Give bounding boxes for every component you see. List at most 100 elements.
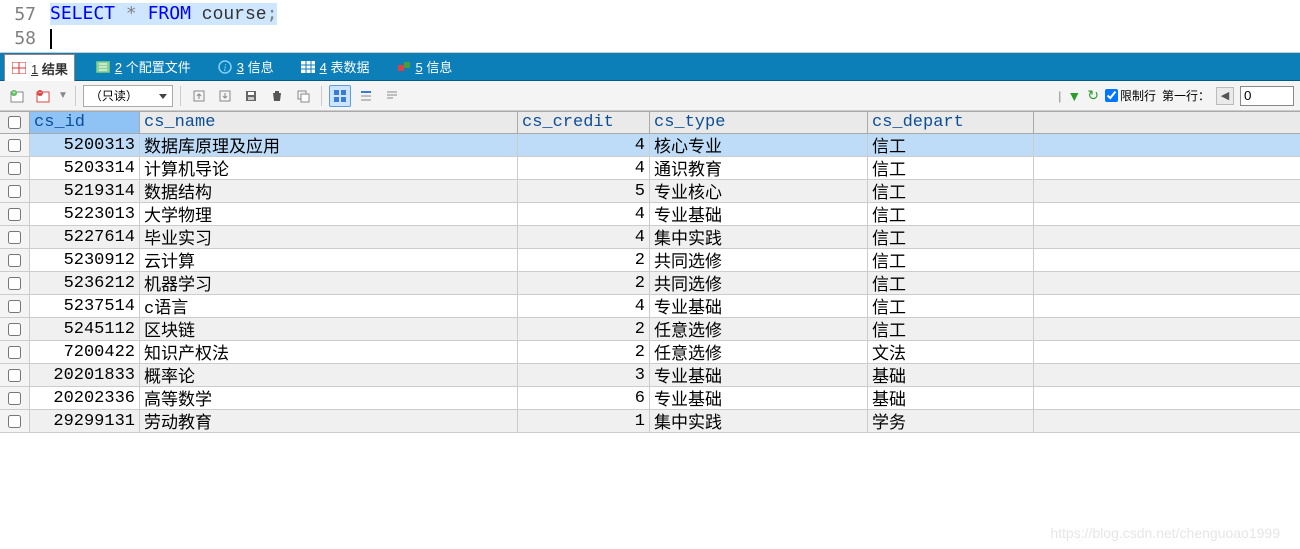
cell-cs-type[interactable]: 任意选修 <box>650 341 868 363</box>
table-row[interactable]: 5200313数据库原理及应用4核心专业信工 <box>0 134 1300 157</box>
col-header-cs-id[interactable]: cs_id <box>30 112 140 133</box>
cell-cs-type[interactable]: 专业核心 <box>650 180 868 202</box>
prev-page-button[interactable]: ◀ <box>1216 87 1234 105</box>
cell-cs-id[interactable]: 5200313 <box>30 134 140 156</box>
cell-cs-credit[interactable]: 2 <box>518 272 650 294</box>
first-row-input[interactable] <box>1240 86 1294 106</box>
cell-cs-id[interactable]: 5203314 <box>30 157 140 179</box>
cell-cs-depart[interactable]: 信工 <box>868 318 1034 340</box>
table-row[interactable]: 20202336高等数学6专业基础基础 <box>0 387 1300 410</box>
delete-row-button[interactable]: − <box>32 85 54 107</box>
table-row[interactable]: 5227614毕业实习4集中实践信工 <box>0 226 1300 249</box>
cell-cs-depart[interactable]: 信工 <box>868 134 1034 156</box>
save-button[interactable] <box>240 85 262 107</box>
cell-cs-id[interactable]: 5237514 <box>30 295 140 317</box>
dropdown-icon[interactable]: ▼ <box>58 90 68 101</box>
cell-cs-name[interactable]: 计算机导论 <box>140 157 518 179</box>
cell-cs-id[interactable]: 5219314 <box>30 180 140 202</box>
cell-cs-credit[interactable]: 5 <box>518 180 650 202</box>
limit-rows-checkbox[interactable]: 限制行 <box>1105 87 1156 104</box>
row-checkbox[interactable] <box>0 341 30 363</box>
table-row[interactable]: 7200422知识产权法2任意选修文法 <box>0 341 1300 364</box>
row-checkbox[interactable] <box>0 318 30 340</box>
table-row[interactable]: 5245112区块链2任意选修信工 <box>0 318 1300 341</box>
cell-cs-name[interactable]: 数据库原理及应用 <box>140 134 518 156</box>
cell-cs-credit[interactable]: 4 <box>518 226 650 248</box>
row-checkbox[interactable] <box>0 364 30 386</box>
cell-cs-id[interactable]: 29299131 <box>30 410 140 432</box>
tab-profile[interactable]: 2 个配置文件 <box>89 53 197 80</box>
cell-cs-credit[interactable]: 4 <box>518 134 650 156</box>
table-row[interactable]: 29299131劳动教育1集中实践学务 <box>0 410 1300 433</box>
cell-cs-type[interactable]: 专业基础 <box>650 387 868 409</box>
cell-cs-credit[interactable]: 2 <box>518 318 650 340</box>
cell-cs-type[interactable]: 通识教育 <box>650 157 868 179</box>
cell-cs-name[interactable]: 区块链 <box>140 318 518 340</box>
row-checkbox[interactable] <box>0 157 30 179</box>
cell-cs-id[interactable]: 5236212 <box>30 272 140 294</box>
cell-cs-name[interactable]: 大学物理 <box>140 203 518 225</box>
cell-cs-credit[interactable]: 4 <box>518 203 650 225</box>
cell-cs-credit[interactable]: 4 <box>518 295 650 317</box>
table-row[interactable]: 5203314计算机导论4通识教育信工 <box>0 157 1300 180</box>
cell-cs-credit[interactable]: 1 <box>518 410 650 432</box>
cell-cs-depart[interactable]: 信工 <box>868 249 1034 271</box>
readonly-select[interactable]: （只读） <box>83 85 173 107</box>
cell-cs-depart[interactable]: 信工 <box>868 157 1034 179</box>
add-row-button[interactable]: + <box>6 85 28 107</box>
cell-cs-depart[interactable]: 基础 <box>868 364 1034 386</box>
row-checkbox[interactable] <box>0 249 30 271</box>
sql-line[interactable]: SELECT * FROM course; <box>50 3 277 25</box>
cell-cs-id[interactable]: 20201833 <box>30 364 140 386</box>
cell-cs-name[interactable]: 劳动教育 <box>140 410 518 432</box>
tab-info[interactable]: i 3 信息 <box>211 53 280 80</box>
table-row[interactable]: 5223013大学物理4专业基础信工 <box>0 203 1300 226</box>
cell-cs-type[interactable]: 任意选修 <box>650 318 868 340</box>
tab-result[interactable]: 1 结果 <box>4 54 75 81</box>
cell-cs-name[interactable]: 数据结构 <box>140 180 518 202</box>
delete-button[interactable] <box>266 85 288 107</box>
table-row[interactable]: 20201833概率论3专业基础基础 <box>0 364 1300 387</box>
cell-cs-depart[interactable]: 学务 <box>868 410 1034 432</box>
col-header-cs-name[interactable]: cs_name <box>140 112 518 133</box>
export-button[interactable] <box>188 85 210 107</box>
row-checkbox[interactable] <box>0 180 30 202</box>
view-text-button[interactable] <box>381 85 403 107</box>
table-row[interactable]: 5230912云计算2共同选修信工 <box>0 249 1300 272</box>
cell-cs-credit[interactable]: 6 <box>518 387 650 409</box>
table-row[interactable]: 5236212机器学习2共同选修信工 <box>0 272 1300 295</box>
cell-cs-id[interactable]: 5223013 <box>30 203 140 225</box>
row-checkbox[interactable] <box>0 387 30 409</box>
cell-cs-credit[interactable]: 2 <box>518 249 650 271</box>
cell-cs-name[interactable]: 高等数学 <box>140 387 518 409</box>
import-button[interactable] <box>214 85 236 107</box>
row-checkbox[interactable] <box>0 203 30 225</box>
cell-cs-type[interactable]: 集中实践 <box>650 410 868 432</box>
cell-cs-type[interactable]: 共同选修 <box>650 272 868 294</box>
row-checkbox[interactable] <box>0 226 30 248</box>
cell-cs-type[interactable]: 专业基础 <box>650 364 868 386</box>
cell-cs-depart[interactable]: 信工 <box>868 203 1034 225</box>
cell-cs-depart[interactable]: 信工 <box>868 180 1034 202</box>
cell-cs-id[interactable]: 20202336 <box>30 387 140 409</box>
cell-cs-type[interactable]: 专业基础 <box>650 295 868 317</box>
table-row[interactable]: 5219314数据结构5专业核心信工 <box>0 180 1300 203</box>
cell-cs-credit[interactable]: 4 <box>518 157 650 179</box>
col-header-cs-type[interactable]: cs_type <box>650 112 868 133</box>
cell-cs-name[interactable]: 知识产权法 <box>140 341 518 363</box>
cell-cs-name[interactable]: 概率论 <box>140 364 518 386</box>
row-checkbox[interactable] <box>0 410 30 432</box>
cell-cs-depart[interactable]: 文法 <box>868 341 1034 363</box>
cell-cs-depart[interactable]: 基础 <box>868 387 1034 409</box>
sql-editor[interactable]: 57 SELECT * FROM course; 58 <box>0 0 1300 53</box>
row-checkbox[interactable] <box>0 272 30 294</box>
cell-cs-credit[interactable]: 3 <box>518 364 650 386</box>
cell-cs-name[interactable]: 机器学习 <box>140 272 518 294</box>
cell-cs-depart[interactable]: 信工 <box>868 272 1034 294</box>
col-header-cs-depart[interactable]: cs_depart <box>868 112 1034 133</box>
cell-cs-depart[interactable]: 信工 <box>868 295 1034 317</box>
cell-cs-id[interactable]: 5230912 <box>30 249 140 271</box>
view-form-button[interactable] <box>355 85 377 107</box>
row-checkbox[interactable] <box>0 134 30 156</box>
cell-cs-depart[interactable]: 信工 <box>868 226 1034 248</box>
